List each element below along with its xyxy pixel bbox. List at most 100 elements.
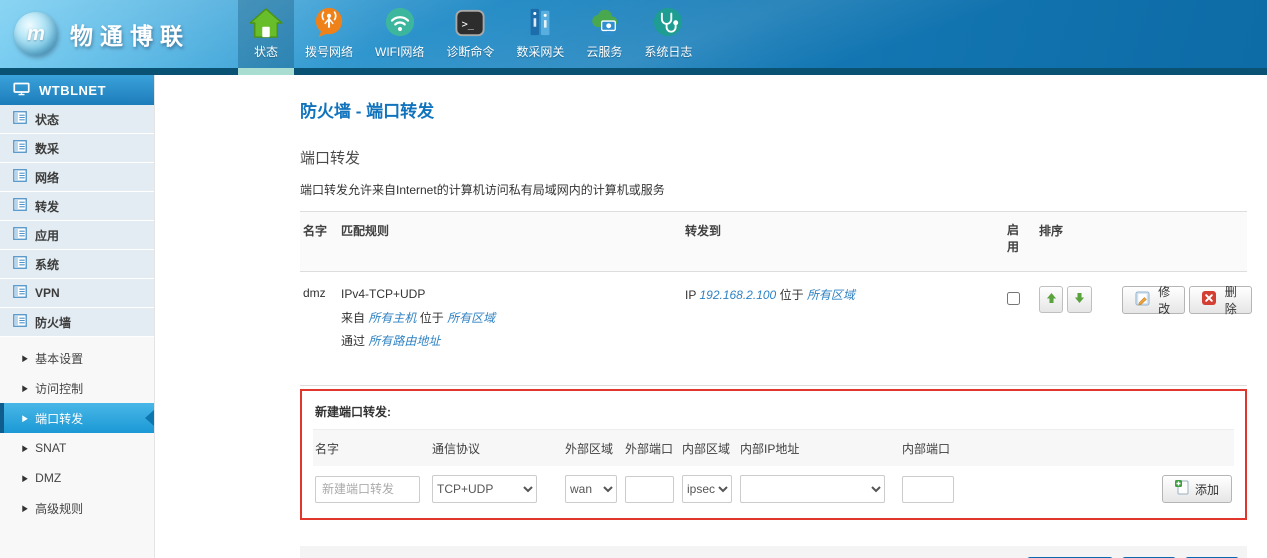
internal-ip-select[interactable]: [740, 475, 885, 503]
device-name-header: WTBLNET: [0, 75, 154, 105]
brand-logo: m 物通博联: [0, 0, 238, 68]
delete-rule-button[interactable]: 删除: [1189, 286, 1252, 314]
move-up-button[interactable]: [1039, 286, 1063, 313]
label-internal-ip: 内部IP地址: [740, 440, 902, 457]
sidebar-item-data-collect[interactable]: 数采: [0, 134, 154, 163]
port-forward-table: 名字 匹配规则 转发到 启用 排序 dmz IPv4-TCP+UDP 来自 所有…: [300, 211, 1247, 386]
route-address-link[interactable]: 所有路由地址: [368, 334, 440, 348]
source-host-link[interactable]: 所有主机: [368, 311, 416, 325]
monitor-icon: [13, 82, 30, 99]
label-external-zone: 外部区域: [565, 440, 625, 457]
tab-system-log[interactable]: 系统日志: [633, 0, 703, 68]
home-icon: [249, 2, 283, 38]
page-title: 防火墙 - 端口转发: [300, 97, 1247, 122]
device-name: WTBLNET: [39, 83, 106, 98]
sidebar-item-status[interactable]: 状态: [0, 105, 154, 134]
svg-text:>_: >_: [462, 19, 475, 31]
forward-zone-link[interactable]: 所有区域: [807, 288, 855, 302]
tab-diagnostic-command[interactable]: >_ 诊断命令: [435, 0, 505, 68]
rule-name: dmz: [303, 286, 341, 300]
tab-wifi-network[interactable]: WIFI网络: [364, 0, 435, 68]
new-forward-title: 新建端口转发:: [313, 400, 1234, 430]
sidebar-item-vpn[interactable]: VPN: [0, 279, 154, 308]
label-internal-zone: 内部区域: [682, 440, 740, 457]
arrow-up-icon: [1046, 292, 1057, 307]
arrow-down-icon: [1074, 292, 1085, 307]
rule-actions-cell: 修改 删除: [1039, 286, 1254, 314]
rule-match-cell: IPv4-TCP+UDP 来自 所有主机 位于 所有区域 通过 所有路由地址: [341, 286, 685, 357]
list-icon: [13, 140, 27, 156]
rule-enable-checkbox[interactable]: [1007, 292, 1020, 305]
edit-pencil-icon: [1135, 291, 1150, 309]
protocol-select[interactable]: TCP+UDP: [432, 475, 537, 503]
nav-tabs: 状态 拨号网络 WIFI网络 >_ 诊断命令: [238, 0, 703, 68]
add-button[interactable]: 添加: [1162, 475, 1232, 503]
label-internal-port: 内部端口: [902, 440, 957, 457]
col-header-name: 名字: [303, 222, 341, 257]
firewall-submenu: ▶ 基本设置 ▶ 访问控制 ▶ 端口转发 ▶ SNAT ▶ DMZ ▶ 高级规则: [0, 337, 154, 523]
cloud-icon: [587, 2, 621, 38]
table-row: dmz IPv4-TCP+UDP 来自 所有主机 位于 所有区域 通过 所有路由…: [300, 272, 1247, 386]
tab-status[interactable]: 状态: [238, 0, 294, 68]
tab-data-gateway[interactable]: 数采网关: [505, 0, 575, 68]
sidebar-subitem-advanced-rules[interactable]: ▶ 高级规则: [0, 493, 154, 523]
name-input[interactable]: [315, 476, 420, 503]
label-name: 名字: [315, 440, 432, 457]
sidebar-subitem-dmz[interactable]: ▶ DMZ: [0, 463, 154, 493]
tab-dial-network[interactable]: 拨号网络: [294, 0, 364, 68]
list-icon: [13, 111, 27, 127]
col-header-forward: 转发到: [685, 222, 1007, 257]
section-description: 端口转发允许来自Internet的计算机访问私有局域网内的计算机或服务: [300, 181, 1247, 198]
rule-enable-cell: [1007, 286, 1039, 308]
caret-right-icon: ▶: [22, 473, 28, 483]
internal-zone-select[interactable]: ipsec: [682, 475, 732, 503]
sidebar-item-firewall[interactable]: 防火墙: [0, 308, 154, 337]
list-icon: [13, 256, 27, 272]
list-icon: [13, 314, 27, 330]
col-header-sort: 排序: [1039, 222, 1244, 257]
brand-name: 物通博联: [70, 17, 190, 51]
sidebar-subitem-port-forward[interactable]: ▶ 端口转发: [0, 403, 154, 433]
sidebar-item-network[interactable]: 网络: [0, 163, 154, 192]
col-header-match: 匹配规则: [341, 222, 685, 257]
new-port-forward-panel: 新建端口转发: 名字 通信协议 外部区域 外部端口 内部区域 内部IP地址 内部…: [300, 389, 1247, 520]
list-icon: [13, 198, 27, 214]
forward-ip-link[interactable]: 192.168.2.100: [699, 288, 776, 302]
external-port-input[interactable]: [625, 476, 674, 503]
internal-port-input[interactable]: [902, 476, 954, 503]
list-icon: [13, 285, 27, 301]
list-icon: [13, 227, 27, 243]
sidebar-subitem-access-control[interactable]: ▶ 访问控制: [0, 373, 154, 403]
section-title: 端口转发: [300, 147, 1247, 168]
router-admin-page: m 物通博联 状态 拨号网络 WIFI网络: [0, 0, 1267, 558]
table-header-row: 名字 匹配规则 转发到 启用 排序: [300, 212, 1247, 272]
new-forward-controls-row: TCP+UDP wan ipsec: [313, 466, 1234, 505]
gateway-icon: [524, 2, 556, 38]
caret-right-icon: ▶: [22, 503, 28, 513]
sidebar-subitem-basic-settings[interactable]: ▶ 基本设置: [0, 343, 154, 373]
bottom-action-bar: 保存&应用 保存 复位: [300, 546, 1247, 558]
tab-cloud-service[interactable]: 云服务: [575, 0, 633, 68]
source-zone-link[interactable]: 所有区域: [447, 311, 495, 325]
edit-rule-button[interactable]: 修改: [1122, 286, 1185, 314]
delete-x-icon: [1202, 291, 1216, 308]
main-content: 防火墙 - 端口转发 端口转发 端口转发允许来自Internet的计算机访问私有…: [155, 75, 1267, 558]
external-zone-select[interactable]: wan: [565, 475, 617, 503]
top-navbar: m 物通博联 状态 拨号网络 WIFI网络: [0, 0, 1267, 75]
sidebar-item-application[interactable]: 应用: [0, 221, 154, 250]
brand-globe-icon: m: [14, 12, 58, 56]
sidebar-item-forward[interactable]: 转发: [0, 192, 154, 221]
wifi-icon: [384, 2, 416, 38]
move-down-button[interactable]: [1067, 286, 1091, 313]
add-page-icon: [1175, 480, 1189, 498]
caret-right-icon: ▶: [22, 443, 28, 453]
sidebar-item-system[interactable]: 系统: [0, 250, 154, 279]
col-header-enable: 启用: [1007, 222, 1021, 257]
label-external-port: 外部端口: [625, 440, 682, 457]
sidebar-subitem-snat[interactable]: ▶ SNAT: [0, 433, 154, 463]
terminal-icon: >_: [454, 2, 486, 38]
sidebar: WTBLNET 状态 数采 网络 转发 应用 系统 VPN: [0, 75, 155, 558]
stethoscope-icon: [652, 2, 684, 38]
rule-forward-cell: IP 192.168.2.100 位于 所有区域: [685, 286, 1007, 303]
new-forward-labels-row: 名字 通信协议 外部区域 外部端口 内部区域 内部IP地址 内部端口: [313, 430, 1234, 466]
